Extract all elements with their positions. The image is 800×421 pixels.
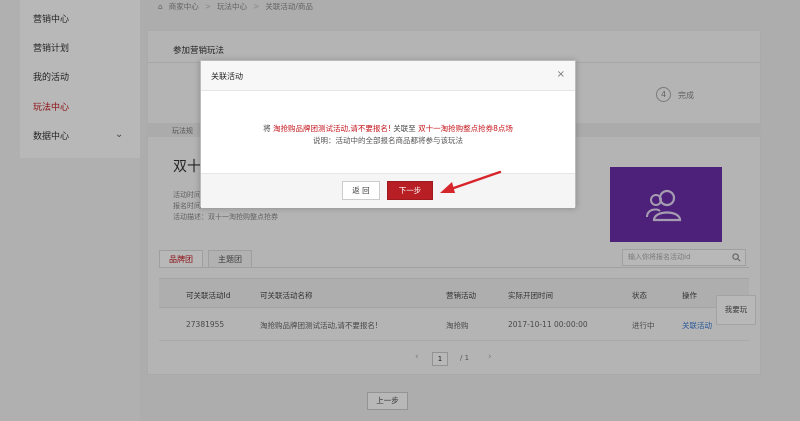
source-activity-name: 淘抢购品牌团测试活动,请不要报名!	[272, 124, 391, 133]
dialog-message: 将 淘抢购品牌团测试活动,请不要报名! 关联至 双十一淘抢购整点抢券8点场	[201, 123, 575, 134]
next-step-button[interactable]: 下一步	[387, 181, 433, 200]
message-middle: 关联至	[393, 124, 416, 133]
link-activity-dialog: 关联活动 × 将 淘抢购品牌团测试活动,请不要报名! 关联至 双十一淘抢购整点抢…	[200, 60, 576, 208]
dialog-title: 关联活动	[211, 72, 243, 81]
back-button[interactable]: 返 回	[342, 181, 380, 200]
close-icon[interactable]: ×	[557, 69, 565, 80]
dialog-note: 说明：活动中的全部报名商品都将参与该玩法	[313, 136, 463, 145]
dialog-header	[201, 61, 575, 91]
target-activity-name: 双十一淘抢购整点抢券8点场	[418, 124, 513, 133]
message-prefix: 将	[263, 124, 271, 133]
